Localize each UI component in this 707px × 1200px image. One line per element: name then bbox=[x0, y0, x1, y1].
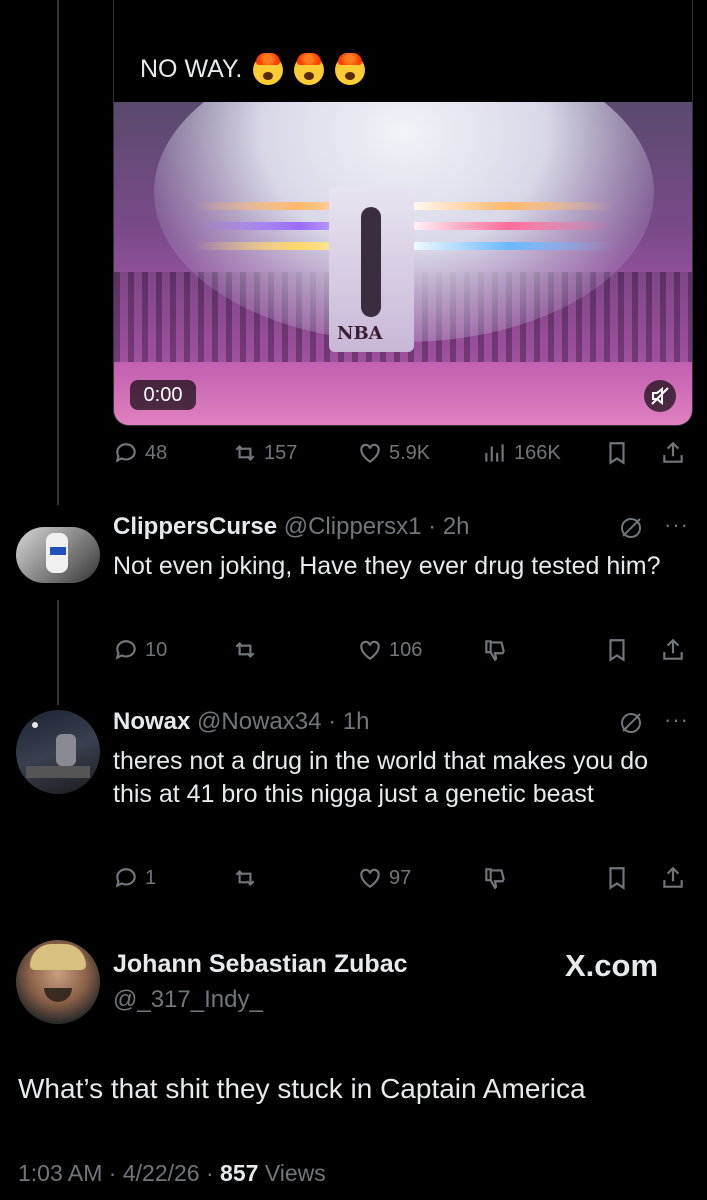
share-icon bbox=[663, 638, 683, 660]
thumbs-down-icon bbox=[485, 868, 505, 890]
bookmark-button[interactable] bbox=[604, 440, 636, 466]
reply-count: 10 bbox=[145, 638, 168, 661]
repost-icon bbox=[235, 869, 255, 887]
share-icon bbox=[663, 866, 683, 888]
grok-icon[interactable] bbox=[618, 515, 644, 541]
repost-button[interactable]: 157 bbox=[232, 440, 297, 466]
display-name[interactable]: ClippersCurse bbox=[113, 513, 277, 540]
heart-icon bbox=[360, 868, 380, 888]
reply-count: 48 bbox=[145, 441, 168, 464]
heart-icon bbox=[360, 640, 380, 660]
mute-button[interactable] bbox=[644, 380, 676, 412]
author-handle[interactable]: @_317_Indy_ bbox=[113, 986, 263, 1014]
thumbs-down-icon bbox=[485, 640, 505, 662]
views-button[interactable]: 166K bbox=[482, 440, 561, 466]
views-count: 166K bbox=[514, 441, 561, 464]
dislike-button[interactable] bbox=[482, 865, 514, 891]
bookmark-icon bbox=[609, 442, 625, 465]
like-button[interactable]: 5.9K bbox=[357, 440, 430, 466]
reply-header: ClippersCurse @Clippersx1 · 2h bbox=[113, 513, 470, 541]
repost-icon bbox=[235, 444, 255, 462]
repost-count: 157 bbox=[264, 441, 298, 464]
share-button[interactable] bbox=[660, 637, 692, 663]
user-handle[interactable]: @Nowax34 bbox=[197, 708, 321, 735]
reply-button[interactable]: 10 bbox=[113, 637, 167, 663]
display-name[interactable]: Nowax bbox=[113, 708, 190, 735]
reply-button[interactable]: 1 bbox=[113, 865, 156, 891]
bookmark-icon bbox=[609, 639, 625, 662]
separator: · bbox=[428, 513, 437, 540]
avatar[interactable] bbox=[16, 940, 100, 1024]
reply-count: 1 bbox=[145, 866, 157, 889]
bookmark-button[interactable] bbox=[604, 865, 636, 891]
like-count: 5.9K bbox=[389, 441, 431, 464]
video-timestamp: 0:00 bbox=[130, 380, 196, 410]
post-meta: 1:03 AM · 4/22/26 · 857 Views bbox=[18, 1160, 326, 1187]
dislike-button[interactable] bbox=[482, 637, 514, 663]
avatar[interactable] bbox=[16, 527, 100, 583]
reply-icon bbox=[115, 640, 136, 660]
like-button[interactable]: 97 bbox=[357, 865, 411, 891]
video-player[interactable]: NBA 0:00 bbox=[114, 102, 692, 425]
views-label: Views bbox=[264, 1160, 326, 1186]
reply-text: Not even joking, Have they ever drug tes… bbox=[113, 552, 661, 580]
repost-button[interactable] bbox=[232, 865, 264, 891]
more-options-icon[interactable]: ··· bbox=[664, 512, 689, 538]
exploding-head-emoji bbox=[335, 53, 366, 86]
exploding-head-emoji bbox=[294, 53, 325, 86]
post-time[interactable]: 1h bbox=[343, 708, 370, 735]
grok-icon[interactable] bbox=[618, 710, 644, 736]
separator: · bbox=[328, 708, 337, 735]
exploding-head-emoji bbox=[253, 53, 284, 86]
reply-icon bbox=[115, 868, 136, 888]
author-display-name[interactable]: Johann Sebastian Zubac bbox=[113, 950, 408, 979]
share-icon bbox=[663, 441, 683, 463]
share-button[interactable] bbox=[660, 865, 692, 891]
post-text: What’s that shit they stuck in Captain A… bbox=[18, 1073, 586, 1104]
reply-header: Nowax @Nowax34 · 1h bbox=[113, 708, 370, 736]
thread-line-top bbox=[57, 0, 59, 505]
separator: · bbox=[205, 1160, 214, 1186]
repost-button[interactable] bbox=[232, 637, 264, 663]
quoted-post-card[interactable]: NO WAY. NBA 0:00 bbox=[113, 0, 693, 426]
nba-logo: NBA bbox=[329, 187, 414, 352]
user-handle[interactable]: @Clippersx1 bbox=[284, 513, 422, 540]
video-court-floor bbox=[114, 362, 692, 425]
reply-button[interactable]: 48 bbox=[113, 440, 167, 466]
reply-icon bbox=[115, 443, 136, 463]
bar-chart-icon bbox=[485, 444, 504, 462]
reply-text: theres not a drug in the world that make… bbox=[113, 747, 649, 808]
repost-icon bbox=[235, 641, 255, 659]
separator: · bbox=[108, 1160, 117, 1186]
bookmark-icon bbox=[609, 867, 625, 890]
like-button[interactable]: 106 bbox=[357, 637, 422, 663]
heart-icon bbox=[360, 443, 380, 463]
post-date[interactable]: 4/22/26 bbox=[123, 1160, 200, 1186]
quoted-post-text: NO WAY. bbox=[140, 53, 366, 86]
post-time[interactable]: 1:03 AM bbox=[18, 1160, 102, 1186]
views-count: 857 bbox=[220, 1160, 259, 1186]
like-count: 106 bbox=[389, 638, 423, 661]
avatar[interactable] bbox=[16, 710, 100, 794]
share-button[interactable] bbox=[660, 440, 692, 466]
speaker-muted-icon bbox=[651, 386, 669, 406]
x-com-brand: X.com bbox=[565, 948, 659, 983]
like-count: 97 bbox=[389, 866, 412, 889]
post-time[interactable]: 2h bbox=[443, 513, 470, 540]
more-options-icon[interactable]: ··· bbox=[664, 707, 689, 733]
bookmark-button[interactable] bbox=[604, 637, 636, 663]
thread-line-mid bbox=[57, 600, 59, 705]
